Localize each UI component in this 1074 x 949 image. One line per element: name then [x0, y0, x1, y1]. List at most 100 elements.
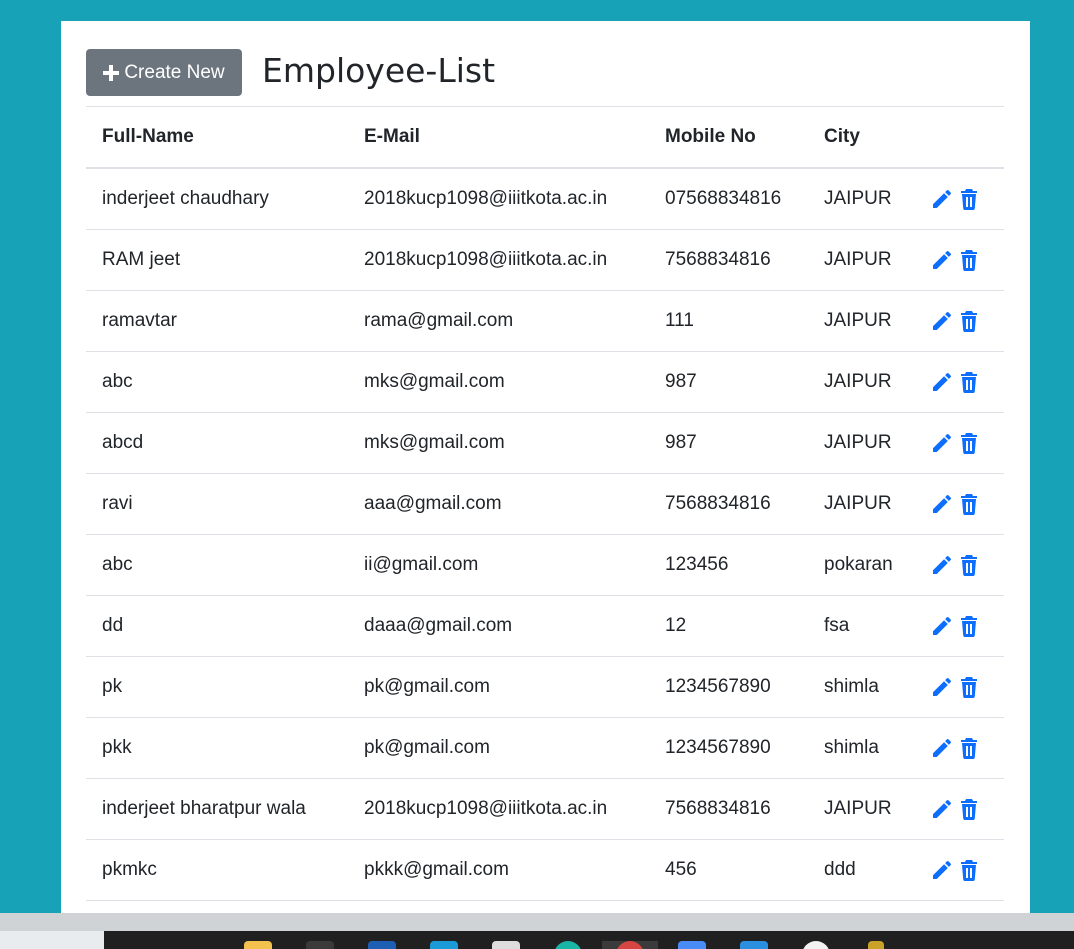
trash-icon[interactable]: [957, 553, 981, 577]
pencil-icon[interactable]: [930, 858, 954, 882]
cell-mobile: 07568834816: [649, 168, 808, 230]
table-row: RAM jeet 2018kucp1098@iiitkota.ac.in 75688…: [86, 229, 1004, 291]
pencil-icon[interactable]: [930, 309, 954, 333]
cell-email: 2018kucp1098@iiitkota.ac.in: [348, 168, 649, 230]
cell-email: rama@gmail.com: [348, 290, 649, 352]
cell-actions: [916, 595, 1004, 657]
create-new-label: Create New: [124, 61, 225, 83]
cell-email: aaa@gmail.com: [348, 473, 649, 535]
cell-full-name: inderjeet chaudhary: [86, 168, 348, 230]
table-row: pkmkc pkkk@gmail.com 456 ddd: [86, 839, 1004, 901]
trash-icon[interactable]: [957, 370, 981, 394]
cell-mobile: 12: [649, 595, 808, 657]
employee-table: Full-Name E-Mail Mobile No City inderjee…: [86, 106, 1004, 901]
cell-city: JAIPUR: [808, 778, 916, 840]
app-icon[interactable]: [492, 941, 520, 949]
cell-email: pk@gmail.com: [348, 656, 649, 718]
employee-list-card: Create New Employee-List Full-Name E-Mai…: [61, 21, 1030, 913]
cell-email: pk@gmail.com: [348, 717, 649, 779]
pencil-icon[interactable]: [930, 492, 954, 516]
pencil-icon[interactable]: [930, 736, 954, 760]
cell-actions: [916, 656, 1004, 718]
cell-actions: [916, 534, 1004, 596]
trash-icon[interactable]: [957, 797, 981, 821]
page-title: Employee-List: [262, 51, 496, 90]
table-row: abc mks@gmail.com 987 JAIPUR: [86, 351, 1004, 413]
trash-icon[interactable]: [957, 492, 981, 516]
cell-actions: [916, 839, 1004, 901]
app-icon[interactable]: [554, 941, 582, 949]
cell-city: ddd: [808, 839, 916, 901]
cell-city: JAIPUR: [808, 229, 916, 291]
pencil-icon[interactable]: [930, 248, 954, 272]
taskbar-search-area[interactable]: [0, 931, 104, 949]
trash-icon[interactable]: [957, 431, 981, 455]
page-header: Create New Employee-List: [86, 49, 1004, 106]
pencil-icon[interactable]: [930, 187, 954, 211]
cell-city: pokaran: [808, 534, 916, 596]
cell-full-name: dd: [86, 595, 348, 657]
app-icon[interactable]: [802, 941, 830, 949]
cell-email: 2018kucp1098@iiitkota.ac.in: [348, 778, 649, 840]
column-header-mobile: Mobile No: [649, 106, 808, 169]
cell-email: ii@gmail.com: [348, 534, 649, 596]
cell-full-name: ravi: [86, 473, 348, 535]
window-bottom-edge: [0, 913, 1074, 931]
table-row: pk pk@gmail.com 1234567890 shimla: [86, 656, 1004, 718]
cell-email: mks@gmail.com: [348, 412, 649, 474]
trash-icon[interactable]: [957, 858, 981, 882]
pencil-icon[interactable]: [930, 431, 954, 455]
file-explorer-icon[interactable]: [244, 941, 272, 949]
trash-icon[interactable]: [957, 736, 981, 760]
cell-full-name: inderjeet bharatpur wala: [86, 778, 348, 840]
cell-mobile: 111: [649, 290, 808, 352]
trash-icon[interactable]: [957, 248, 981, 272]
table-row: dd daaa@gmail.com 12 fsa: [86, 595, 1004, 657]
cell-mobile: 7568834816: [649, 229, 808, 291]
vscode-icon[interactable]: [740, 941, 768, 949]
cell-actions: [916, 351, 1004, 413]
cell-actions: [916, 778, 1004, 840]
cell-email: mks@gmail.com: [348, 351, 649, 413]
cell-actions: [916, 717, 1004, 779]
pencil-icon[interactable]: [930, 675, 954, 699]
cell-full-name: abc: [86, 351, 348, 413]
cell-mobile: 7568834816: [649, 778, 808, 840]
cell-city: fsa: [808, 595, 916, 657]
cell-mobile: 1234567890: [649, 656, 808, 718]
pencil-icon[interactable]: [930, 614, 954, 638]
trash-icon[interactable]: [957, 309, 981, 333]
cell-full-name: RAM jeet: [86, 229, 348, 291]
cell-city: JAIPUR: [808, 351, 916, 413]
taskbar: [0, 931, 1074, 949]
table-row: ravi aaa@gmail.com 7568834816 JAIPUR: [86, 473, 1004, 535]
pencil-icon[interactable]: [930, 370, 954, 394]
cell-city: shimla: [808, 717, 916, 779]
create-new-button[interactable]: Create New: [86, 49, 242, 96]
cell-city: shimla: [808, 656, 916, 718]
cell-actions: [916, 412, 1004, 474]
trash-icon[interactable]: [957, 187, 981, 211]
app-icon[interactable]: [368, 941, 396, 949]
cell-mobile: 987: [649, 412, 808, 474]
app-icon[interactable]: [868, 941, 884, 949]
pencil-icon[interactable]: [930, 553, 954, 577]
cell-email: pkkk@gmail.com: [348, 839, 649, 901]
cell-full-name: abc: [86, 534, 348, 596]
terminal-icon[interactable]: [306, 941, 334, 949]
cell-city: JAIPUR: [808, 290, 916, 352]
app-icon[interactable]: [678, 941, 706, 949]
table-row: inderjeet bharatpur wala 2018kucp1098@iii…: [86, 778, 1004, 840]
column-header-city: City: [808, 106, 916, 169]
cell-mobile: 123456: [649, 534, 808, 596]
trash-icon[interactable]: [957, 614, 981, 638]
table-header-row: Full-Name E-Mail Mobile No City: [86, 106, 1004, 169]
app-icon[interactable]: [430, 941, 458, 949]
cell-full-name: pk: [86, 656, 348, 718]
cell-email: 2018kucp1098@iiitkota.ac.in: [348, 229, 649, 291]
cell-full-name: pkk: [86, 717, 348, 779]
pencil-icon[interactable]: [930, 797, 954, 821]
trash-icon[interactable]: [957, 675, 981, 699]
cell-full-name: pkmkc: [86, 839, 348, 901]
table-row: abcd mks@gmail.com 987 JAIPUR: [86, 412, 1004, 474]
